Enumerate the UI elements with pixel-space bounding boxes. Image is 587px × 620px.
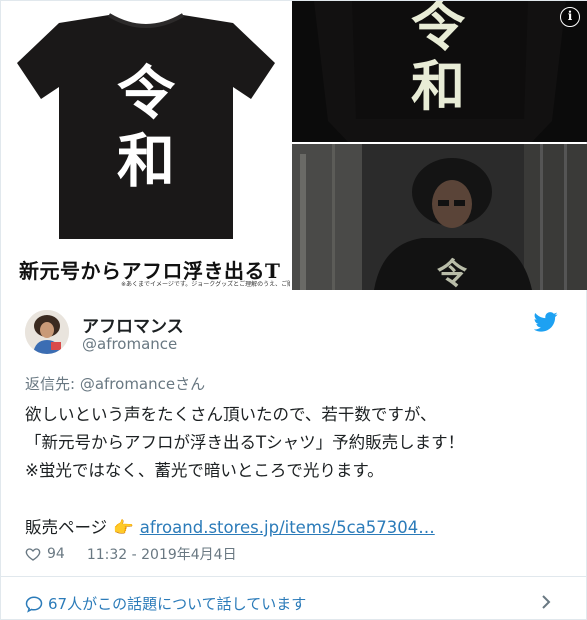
reply-context: 返信先: @afromanceさん (25, 373, 205, 394)
store-link[interactable]: afroand.stores.jp/items/5ca57304… (140, 518, 435, 537)
author-handle[interactable]: @afromance (82, 335, 177, 353)
glow-shirt-illustration: 令 和 (314, 1, 566, 142)
kanji-wa: 和 (117, 127, 175, 195)
media-grid[interactable]: 令 和 新元号からアフロ浮き出るT ※あくまでイメージです。ジョークグッズとご理… (1, 1, 587, 290)
reply-suffix: さん (175, 375, 206, 393)
embedded-tweet: 令 和 新元号からアフロ浮き出るT ※あくまでイメージです。ジョークグッズとご理… (0, 0, 587, 620)
heart-icon[interactable] (25, 546, 41, 562)
avatar[interactable] (25, 310, 69, 354)
glow-kanji-wa: 和 (411, 54, 465, 118)
twitter-bird-icon[interactable] (534, 311, 558, 333)
divider (1, 576, 587, 577)
photo-product-tshirt[interactable]: 令 和 新元号からアフロ浮き出るT ※あくまでイメージです。ジョークグッズとご理… (1, 1, 290, 290)
photo-person-wearing-shirt[interactable]: 令 (292, 144, 587, 290)
speech-bubble-icon (25, 595, 43, 613)
tweet-text-line-5: 販売ページ 👉 afroand.stores.jp/items/5ca57304… (25, 514, 435, 538)
sales-page-label: 販売ページ (25, 518, 108, 537)
tweet-text-line-1: 欲しいという声をたくさん頂いたので、若干数ですが、 (25, 405, 437, 424)
conversation-link[interactable]: 67人がこの話題について話しています (25, 593, 306, 614)
tweet-meta: 94 11:32 - 2019年4月4日 (25, 544, 237, 564)
info-icon[interactable]: i (560, 7, 580, 27)
tweet-timestamp[interactable]: 11:32 - 2019年4月4日 (87, 544, 237, 564)
author-name[interactable]: アフロマンス (82, 312, 184, 337)
pointing-hand-icon: 👉 (113, 518, 134, 537)
photo-glow-closeup[interactable]: 令 和 i (292, 1, 587, 142)
tshirt-illustration: 令 和 (17, 13, 275, 239)
like-count[interactable]: 94 (47, 546, 65, 562)
glow-kanji-rei: 令 (411, 1, 466, 58)
chevron-right-icon[interactable] (539, 593, 553, 611)
conversation-label: 67人がこの話題について話しています (48, 595, 307, 613)
person-kanji: 令 (437, 257, 468, 290)
reply-prefix: 返信先: (25, 375, 80, 393)
avatar-image (25, 310, 69, 354)
tweet-text-line-3: ※蛍光ではなく、蓄光で暗いところで光ります。 (25, 461, 384, 480)
reply-mention-link[interactable]: @afromance (80, 375, 175, 393)
kanji-rei: 令 (117, 59, 176, 127)
tweet-text-line-2: 「新元号からアフロが浮き出るTシャツ」予約販売します！ (25, 433, 465, 452)
product-fineprint: ※あくまでイメージです。ジョークグッズとご理解のうえ、ご購入ください。 (121, 281, 290, 288)
person-illustration: 令 (292, 144, 587, 290)
